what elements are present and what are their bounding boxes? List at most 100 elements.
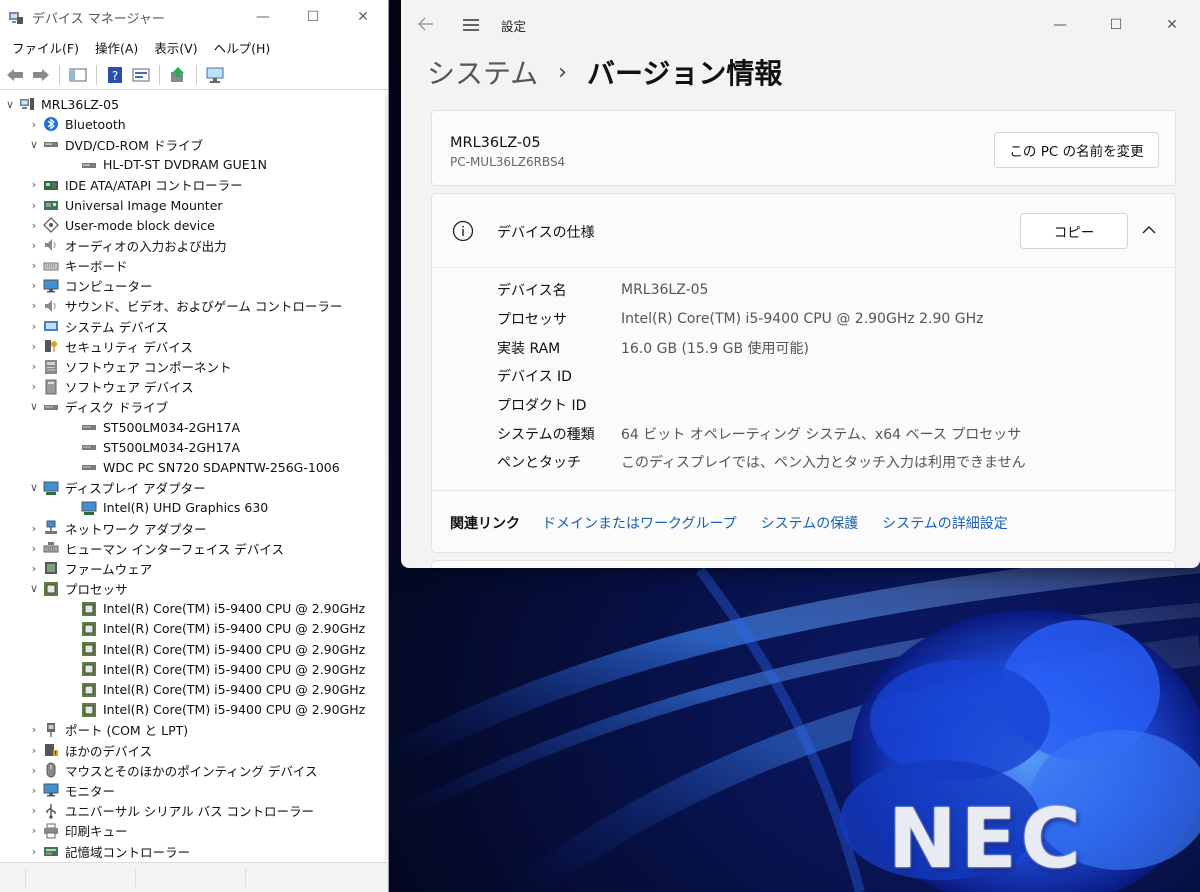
tree-item[interactable]: › コンピューター [0,276,388,296]
tree-item[interactable]: › モニター [0,780,388,800]
tree-item[interactable]: › ユニバーサル シリアル バス コントローラー [0,801,388,821]
tree-item[interactable]: › マウスとそのほかのポインティング デバイス [0,760,388,780]
menu-help[interactable]: ヘルプ(H) [206,38,279,57]
tree-item[interactable]: › ヒューマン インターフェイス デバイス [0,538,388,558]
chevron-right-icon[interactable]: › [26,380,42,393]
chevron-right-icon[interactable]: › [26,522,42,535]
chevron-right-icon[interactable]: › [26,764,42,777]
chevron-right-icon[interactable]: › [26,784,42,797]
chevron-right-icon[interactable]: › [26,178,42,191]
navigation-menu-button[interactable] [451,18,491,32]
help-button[interactable]: ? [104,64,126,86]
chevron-right-icon[interactable]: › [26,744,42,757]
breadcrumb-system[interactable]: システム [427,52,538,92]
close-button[interactable]: ✕ [1144,17,1200,33]
properties-button[interactable] [130,64,152,86]
chevron-right-icon[interactable]: › [26,360,42,373]
minimize-button[interactable]: — [1032,17,1088,33]
tree-item[interactable]: › Bluetooth [0,114,388,134]
chevron-right-icon[interactable]: › [26,824,42,837]
tree-item[interactable]: › User-mode block device [0,215,388,235]
chevron-right-icon[interactable]: › [26,199,42,212]
show-hide-console-tree-button[interactable] [67,64,89,86]
copy-button[interactable]: コピー [1020,213,1128,249]
tree-item[interactable]: HL-DT-ST DVDRAM GUE1N [0,155,388,175]
menu-view[interactable]: 表示(V) [146,38,205,57]
tree-item[interactable]: › ファームウェア [0,558,388,578]
tree-item[interactable]: ∨ MRL36LZ-05 [0,94,388,114]
chevron-right-icon[interactable]: › [26,562,42,575]
chevron-right-icon[interactable]: › [26,118,42,131]
tree-item[interactable]: ∨ ディスク ドライブ [0,397,388,417]
chevron-down-icon[interactable]: ∨ [26,481,42,494]
tree-item[interactable]: › オーディオの入力および出力 [0,235,388,255]
menu-file[interactable]: ファイル(F) [4,38,87,57]
tree-item[interactable]: Intel(R) Core(TM) i5-9400 CPU @ 2.90GHz [0,679,388,699]
chevron-up-icon[interactable] [1141,222,1157,238]
scan-hardware-button[interactable] [204,64,226,86]
tree-item[interactable]: Intel(R) Core(TM) i5-9400 CPU @ 2.90GHz [0,700,388,720]
tree-item[interactable]: › サウンド、ビデオ、およびゲーム コントローラー [0,296,388,316]
tree-item[interactable]: Intel(R) Core(TM) i5-9400 CPU @ 2.90GHz [0,599,388,619]
chevron-right-icon[interactable]: › [26,804,42,817]
tree-item[interactable]: Intel(R) Core(TM) i5-9400 CPU @ 2.90GHz [0,639,388,659]
tree-item[interactable]: › キーボード [0,256,388,276]
advanced-system-settings-link[interactable]: システムの詳細設定 [882,513,1008,533]
tree-item[interactable]: › ソフトウェア コンポーネント [0,356,388,376]
chevron-right-icon[interactable]: › [26,723,42,736]
tree-item-label: WDC PC SN720 SDAPNTW-256G-1006 [103,459,340,475]
menu-action[interactable]: 操作(A) [87,38,146,57]
chevron-down-icon[interactable]: ∨ [26,400,42,413]
tree-item-label: ユニバーサル シリアル バス コントローラー [65,804,315,820]
tree-item[interactable]: › IDE ATA/ATAPI コントローラー [0,175,388,195]
tree-item[interactable]: Intel(R) Core(TM) i5-9400 CPU @ 2.90GHz [0,619,388,639]
device-spec-header[interactable]: デバイスの仕様 コピー [432,194,1175,268]
chevron-right-icon[interactable]: › [26,845,42,858]
tree-item[interactable]: › 記憶域コントローラー [0,841,388,860]
chevron-right-icon[interactable]: › [26,299,42,312]
tree-item[interactable]: › ネットワーク アダプター [0,518,388,538]
tree-item[interactable]: › ポート (COM と LPT) [0,720,388,740]
back-button[interactable] [401,15,451,36]
tree-item[interactable]: ST500LM034-2GH17A [0,437,388,457]
update-driver-button[interactable] [167,64,189,86]
forward-button[interactable] [30,64,52,86]
maximize-button[interactable]: ☐ [1088,17,1144,33]
chevron-right-icon[interactable]: › [26,340,42,353]
chevron-right-icon[interactable]: › [26,542,42,555]
domain-workgroup-link[interactable]: ドメインまたはワークグループ [542,513,737,533]
tree-item[interactable]: › システム デバイス [0,316,388,336]
tree-item[interactable]: › 印刷キュー [0,821,388,841]
tree-item[interactable]: Intel(R) UHD Graphics 630 [0,498,388,518]
tree-item[interactable]: WDC PC SN720 SDAPNTW-256G-1006 [0,457,388,477]
chevron-right-icon[interactable]: › [26,279,42,292]
tree-item[interactable]: › Universal Image Mounter [0,195,388,215]
mouse-icon [42,762,60,778]
chevron-right-icon[interactable]: › [26,259,42,272]
tree-item[interactable]: › セキュリティ デバイス [0,336,388,356]
system-protection-link[interactable]: システムの保護 [761,513,859,533]
chevron-down-icon[interactable]: ∨ [2,98,18,111]
chevron-right-icon[interactable]: › [26,219,42,232]
rename-pc-button[interactable]: この PC の名前を変更 [994,132,1159,168]
vertical-scrollbar[interactable] [385,94,388,860]
tree-item[interactable]: ∨ プロセッサ [0,579,388,599]
tree-item[interactable]: › ソフトウェア デバイス [0,377,388,397]
minimize-button[interactable]: — [238,0,288,34]
close-button[interactable]: ✕ [338,0,388,34]
tree-item-label: User-mode block device [65,217,215,233]
tree-item[interactable]: ∨ ディスプレイ アダプター [0,478,388,498]
chevron-right-icon[interactable]: › [26,320,42,333]
back-button[interactable] [4,64,26,86]
chevron-down-icon[interactable]: ∨ [26,582,42,595]
tree-item[interactable]: ∨ DVD/CD-ROM ドライブ [0,134,388,154]
chevron-right-icon[interactable]: › [26,239,42,252]
tree-item[interactable]: ST500LM034-2GH17A [0,417,388,437]
maximize-button[interactable]: ☐ [288,0,338,34]
toolbar-separator [159,64,160,85]
tree-item[interactable]: Intel(R) Core(TM) i5-9400 CPU @ 2.90GHz [0,659,388,679]
port-icon [42,722,60,738]
block-device-icon [42,217,60,234]
chevron-down-icon[interactable]: ∨ [26,138,42,151]
tree-item[interactable]: ›! ほかのデバイス [0,740,388,760]
